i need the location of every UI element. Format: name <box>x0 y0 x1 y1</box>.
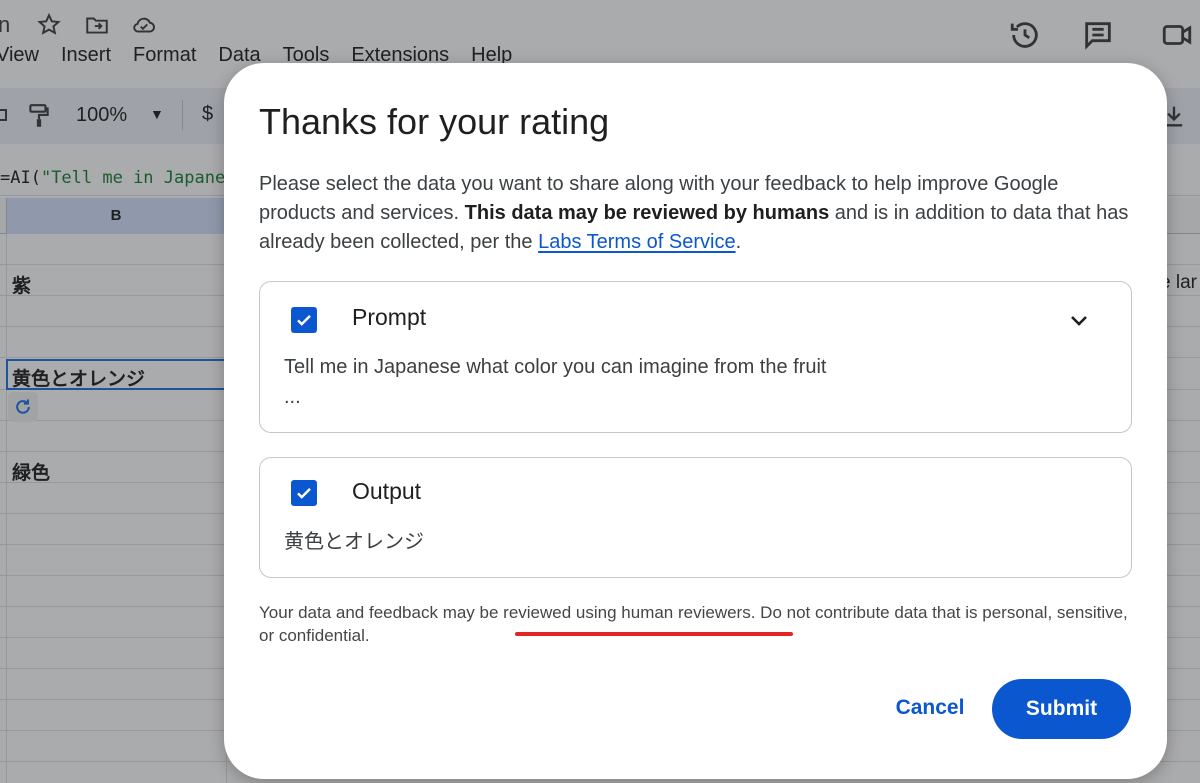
disclaimer-text: Your data and feedback may be reviewed u… <box>259 603 1128 645</box>
checkmark-icon <box>297 315 311 326</box>
prompt-text: Tell me in Japanese what color you can i… <box>284 356 827 408</box>
output-text: 黄色とオレンジ <box>284 531 424 553</box>
output-checkbox[interactable] <box>291 480 317 506</box>
red-underline-annotation <box>515 632 793 636</box>
chevron-down-icon[interactable] <box>1067 308 1091 332</box>
prompt-label: Prompt <box>352 304 427 330</box>
prompt-checkbox[interactable] <box>291 307 317 333</box>
prompt-card: Prompt Tell me in Japanese what color yo… <box>259 281 1132 433</box>
submit-button[interactable]: Submit <box>992 679 1131 739</box>
labs-terms-link[interactable]: Labs Terms of Service <box>538 231 736 253</box>
output-label: Output <box>352 478 422 504</box>
dialog-title: Thanks for your rating <box>259 101 610 142</box>
feedback-dialog: Thanks for your rating Please select the… <box>224 63 1167 779</box>
dialog-description-bold: This data may be reviewed by humans <box>464 202 830 224</box>
checkmark-icon <box>297 488 311 499</box>
cancel-button[interactable]: Cancel <box>882 683 978 733</box>
dialog-description: Please select the data you want to share… <box>259 173 1129 253</box>
output-card: Output 黄色とオレンジ <box>259 457 1132 578</box>
